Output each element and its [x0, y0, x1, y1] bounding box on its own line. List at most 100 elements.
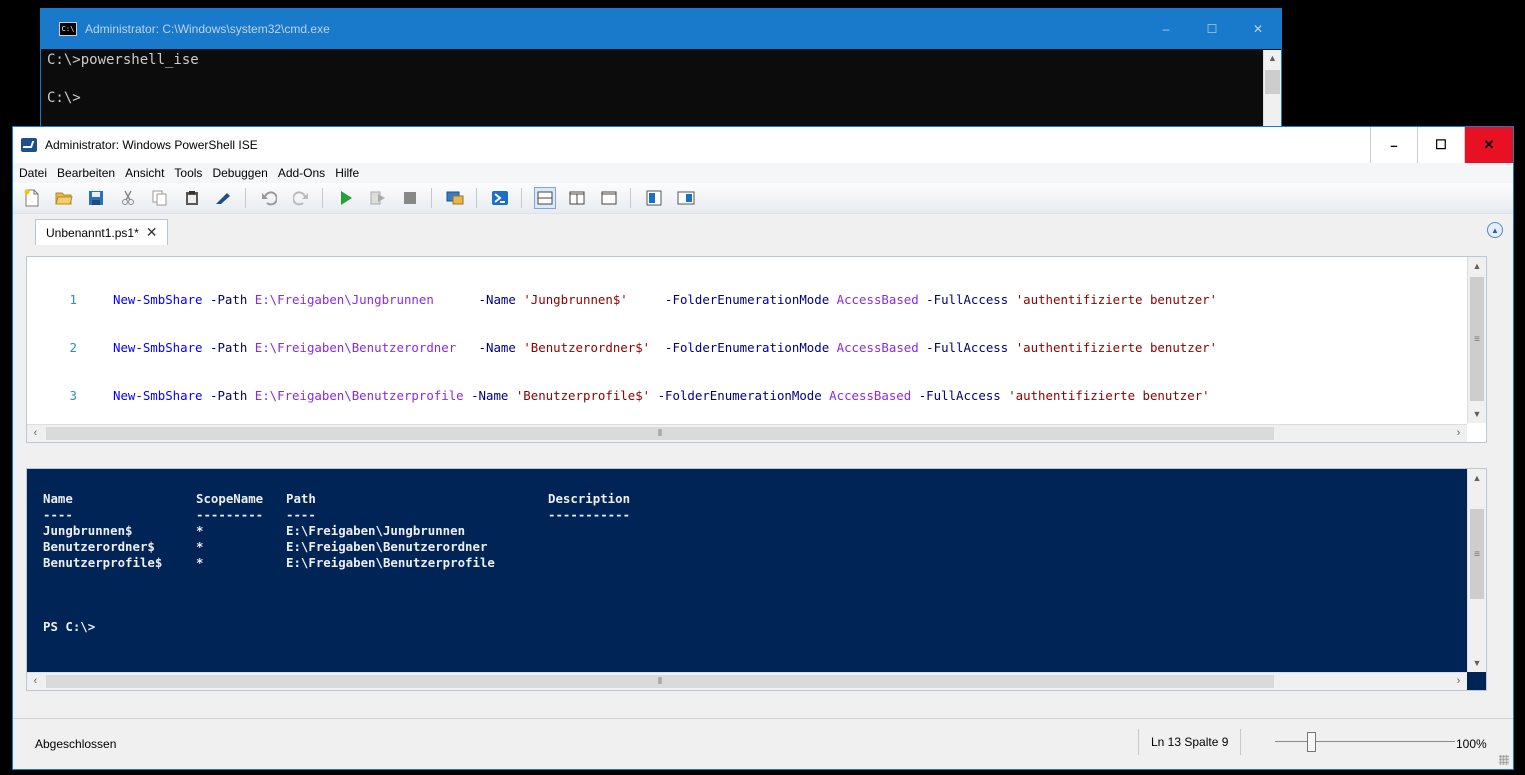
code-string: 'Benutzerordner$': [523, 340, 658, 355]
scroll-right-icon[interactable]: ›: [1450, 673, 1467, 690]
cursor-position: Ln 13 Spalte 9: [1138, 729, 1242, 755]
new-script-icon[interactable]: [21, 187, 43, 209]
close-icon[interactable]: ✕: [146, 224, 158, 241]
menu-ansicht[interactable]: Ansicht: [125, 166, 164, 180]
zoom-slider[interactable]: [1275, 732, 1455, 752]
toolbar-separator: [521, 188, 522, 208]
col-underline: ----: [43, 507, 73, 522]
console-horizontal-scrollbar[interactable]: ‹ ⦀ ›: [27, 672, 1467, 690]
code-param: -Name: [471, 292, 524, 307]
code-cmdlet: New-SmbShare: [113, 340, 203, 355]
scroll-thumb[interactable]: ≡: [1470, 277, 1484, 401]
line-number: 3: [69, 388, 77, 403]
show-commands-icon[interactable]: [643, 187, 665, 209]
ise-maximize-button[interactable]: ☐: [1417, 127, 1464, 163]
menu-add-ons[interactable]: Add-Ons: [278, 166, 325, 180]
layout-script-right-icon[interactable]: [566, 187, 588, 209]
cmd-title: Administrator: C:\Windows\system32\cmd.e…: [85, 22, 330, 36]
console-row: Benutzerordner$ * E:\Freigaben\Benutzerord…: [43, 539, 630, 555]
menu-debuggen[interactable]: Debuggen: [212, 166, 267, 180]
layout-script-max-icon[interactable]: [598, 187, 620, 209]
share-path: E:\Freigaben\Benutzerordner: [286, 539, 488, 554]
layout-script-top-icon[interactable]: [534, 187, 556, 209]
code-line: 1 New-SmbShare -Path E:\Freigaben\Jungbru…: [27, 292, 1218, 308]
scroll-thumb[interactable]: ⦀: [46, 675, 1274, 688]
undo-icon[interactable]: [258, 187, 280, 209]
code-line: 2 New-SmbShare -Path E:\Freigaben\Benutze…: [27, 340, 1218, 356]
menu-datei[interactable]: Datei: [19, 166, 47, 180]
collapse-script-pane-icon[interactable]: ▲: [1487, 222, 1503, 238]
scroll-thumb[interactable]: ⦀: [46, 427, 1274, 440]
console-row: Jungbrunnen$ * E:\Freigaben\Jungbrunnen: [43, 523, 630, 539]
code-param: -Name: [471, 340, 524, 355]
resize-grip-icon[interactable]: [1499, 755, 1509, 765]
ise-close-button[interactable]: ✕: [1464, 127, 1513, 163]
code-value: AccessBased: [829, 388, 912, 403]
cut-icon[interactable]: [117, 187, 139, 209]
powershell-console-icon[interactable]: [489, 187, 511, 209]
share-path: E:\Freigaben\Jungbrunnen: [286, 523, 466, 538]
code-param: -FolderEnumerationMode: [657, 340, 837, 355]
cmd-minimize-button[interactable]: –: [1143, 9, 1189, 49]
scroll-up-icon[interactable]: ▲: [1468, 257, 1486, 275]
code-string: 'authentifizierte benutzer': [1008, 388, 1210, 403]
cmd-close-button[interactable]: ✕: [1235, 9, 1281, 49]
scroll-down-icon[interactable]: ▼: [1468, 654, 1486, 672]
toolbar-separator: [322, 188, 323, 208]
script-editor[interactable]: 1 New-SmbShare -Path E:\Freigaben\Jungbru…: [26, 256, 1487, 443]
share-scope: *: [196, 523, 204, 538]
script-code[interactable]: 1 New-SmbShare -Path E:\Freigaben\Jungbru…: [27, 260, 1218, 436]
redo-icon[interactable]: [290, 187, 312, 209]
share-name: Benutzerprofile$: [43, 555, 163, 570]
tab-unbenannt1[interactable]: Unbenannt1.ps1* ✕: [35, 219, 169, 245]
toolbar-separator: [431, 188, 432, 208]
open-icon[interactable]: [53, 187, 75, 209]
scroll-right-icon[interactable]: ›: [1450, 425, 1467, 442]
col-header-path: Path: [286, 491, 316, 506]
ise-minimize-button[interactable]: –: [1370, 127, 1417, 163]
show-addon-icon[interactable]: [675, 187, 697, 209]
scroll-up-icon[interactable]: ▲: [1264, 50, 1281, 67]
status-bar: Abgeschlossen Ln 13 Spalte 9 100%: [13, 718, 1513, 769]
copy-icon[interactable]: [149, 187, 171, 209]
scroll-down-icon[interactable]: ▼: [1468, 405, 1486, 423]
clear-icon[interactable]: [213, 187, 235, 209]
scroll-left-icon[interactable]: ‹: [27, 673, 44, 690]
cmd-console-output[interactable]: C:\>powershell_ise ​C:\>: [47, 51, 1257, 108]
scroll-thumb[interactable]: ≡: [1470, 509, 1484, 599]
menu-bearbeiten[interactable]: Bearbeiten: [57, 166, 115, 180]
code-path: E:\Freigaben\Benutzerordner: [254, 340, 472, 355]
share-name: Benutzerordner$: [43, 539, 155, 554]
editor-vertical-scrollbar[interactable]: ▲ ≡ ▼: [1467, 257, 1486, 423]
paste-icon[interactable]: [181, 187, 203, 209]
ise-title: Administrator: Windows PowerShell ISE: [45, 138, 258, 152]
code-path: E:\Freigaben\Jungbrunnen: [254, 292, 472, 307]
save-icon[interactable]: [85, 187, 107, 209]
console-output[interactable]: Name ScopeName Path Description ---- --------…: [43, 491, 630, 635]
run-selection-icon[interactable]: [367, 187, 389, 209]
share-scope: *: [196, 555, 204, 570]
scroll-thumb[interactable]: [1265, 70, 1280, 94]
console-vertical-scrollbar[interactable]: ▲ ≡ ▼: [1467, 469, 1486, 672]
editor-horizontal-scrollbar[interactable]: ‹ ⦀ ›: [27, 424, 1467, 442]
code-string: 'Jungbrunnen$': [523, 292, 658, 307]
cmd-titlebar[interactable]: C:\ Administrator: C:\Windows\system32\c…: [41, 9, 1281, 49]
menu-tools[interactable]: Tools: [174, 166, 202, 180]
code-param: -Name: [463, 388, 516, 403]
zoom-slider-thumb[interactable]: [1307, 732, 1316, 752]
col-underline: ----: [286, 507, 316, 522]
console-prompt: PS C:\>: [43, 619, 96, 634]
cmd-line: C:\>: [47, 90, 81, 106]
scroll-up-icon[interactable]: ▲: [1468, 469, 1486, 487]
stop-icon[interactable]: [399, 187, 421, 209]
code-value: AccessBased: [836, 292, 919, 307]
code-path: E:\Freigaben\Benutzerprofile: [254, 388, 464, 403]
menu-hilfe[interactable]: Hilfe: [335, 166, 359, 180]
ise-titlebar[interactable]: Administrator: Windows PowerShell ISE – …: [13, 127, 1513, 163]
console-pane[interactable]: Name ScopeName Path Description ---- --------…: [26, 468, 1487, 691]
remote-powershell-icon[interactable]: [444, 187, 466, 209]
cmd-maximize-button[interactable]: ☐: [1189, 9, 1235, 49]
menu-bar: Datei Bearbeiten Ansicht Tools Debuggen …: [13, 163, 1513, 183]
run-icon[interactable]: [335, 187, 357, 209]
scroll-left-icon[interactable]: ‹: [27, 425, 44, 442]
